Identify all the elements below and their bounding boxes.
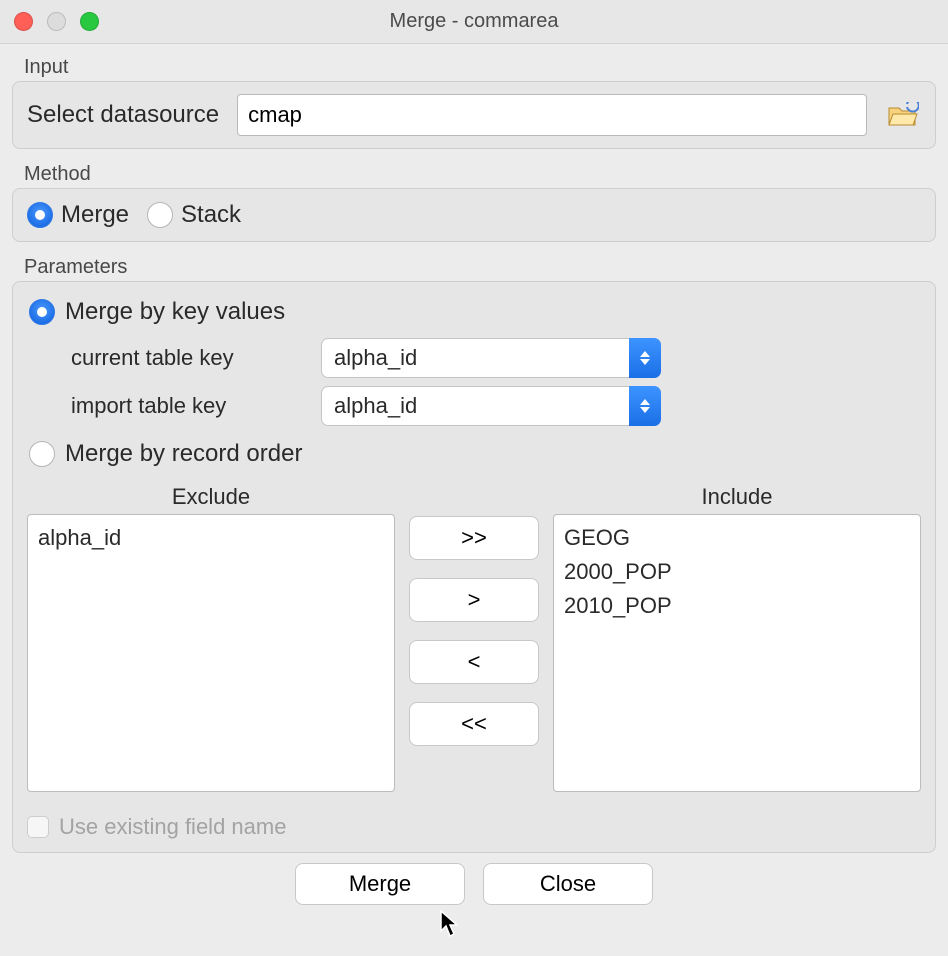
import-table-key-label: import table key [71, 393, 321, 419]
method-group-panel: Merge Stack [12, 188, 936, 242]
import-table-key-select[interactable]: alpha_id [321, 386, 661, 426]
window-controls [14, 12, 99, 31]
merge-by-key-label: Merge by key values [65, 298, 285, 326]
zoom-window-icon[interactable] [80, 12, 99, 31]
merge-by-order-label: Merge by record order [65, 440, 302, 468]
include-listbox[interactable]: GEOG2000_POP2010_POP [553, 514, 921, 792]
minimize-window-icon [47, 12, 66, 31]
input-group-panel: Select datasource [12, 81, 936, 149]
chevron-updown-icon [629, 386, 661, 426]
use-existing-field-checkbox [27, 816, 49, 838]
current-table-key-select[interactable]: alpha_id [321, 338, 661, 378]
import-table-key-value: alpha_id [334, 393, 417, 419]
current-table-key-label: current table key [71, 345, 321, 371]
current-table-key-value: alpha_id [334, 345, 417, 371]
close-button[interactable]: Close [483, 863, 653, 905]
parameters-group-label: Parameters [12, 252, 936, 281]
move-all-left-button[interactable]: << [409, 702, 539, 746]
window-title: Merge - commarea [0, 10, 948, 33]
browse-button[interactable] [885, 100, 921, 130]
input-group-label: Input [12, 52, 936, 81]
exclude-header: Exclude [27, 484, 395, 510]
merge-button[interactable]: Merge [295, 863, 465, 905]
close-window-icon[interactable] [14, 12, 33, 31]
move-right-button[interactable]: > [409, 578, 539, 622]
method-merge-label: Merge [61, 201, 129, 229]
method-group-label: Method [12, 159, 936, 188]
list-item[interactable]: 2010_POP [564, 589, 910, 623]
list-item[interactable]: alpha_id [38, 521, 384, 555]
merge-by-key-radio[interactable] [29, 299, 55, 325]
parameters-group-panel: Merge by key values current table key al… [12, 281, 936, 853]
exclude-listbox[interactable]: alpha_id [27, 514, 395, 792]
method-merge-radio[interactable] [27, 202, 53, 228]
include-header: Include [553, 484, 921, 510]
datasource-label: Select datasource [27, 101, 219, 129]
list-item[interactable]: 2000_POP [564, 555, 910, 589]
method-stack-label: Stack [181, 201, 241, 229]
method-stack-radio[interactable] [147, 202, 173, 228]
folder-open-icon [887, 102, 919, 128]
titlebar: Merge - commarea [0, 0, 948, 44]
list-item[interactable]: GEOG [564, 521, 910, 555]
merge-by-order-radio[interactable] [29, 441, 55, 467]
move-left-button[interactable]: < [409, 640, 539, 684]
use-existing-field-label: Use existing field name [59, 814, 286, 840]
move-all-right-button[interactable]: >> [409, 516, 539, 560]
chevron-updown-icon [629, 338, 661, 378]
datasource-input[interactable] [237, 94, 867, 136]
